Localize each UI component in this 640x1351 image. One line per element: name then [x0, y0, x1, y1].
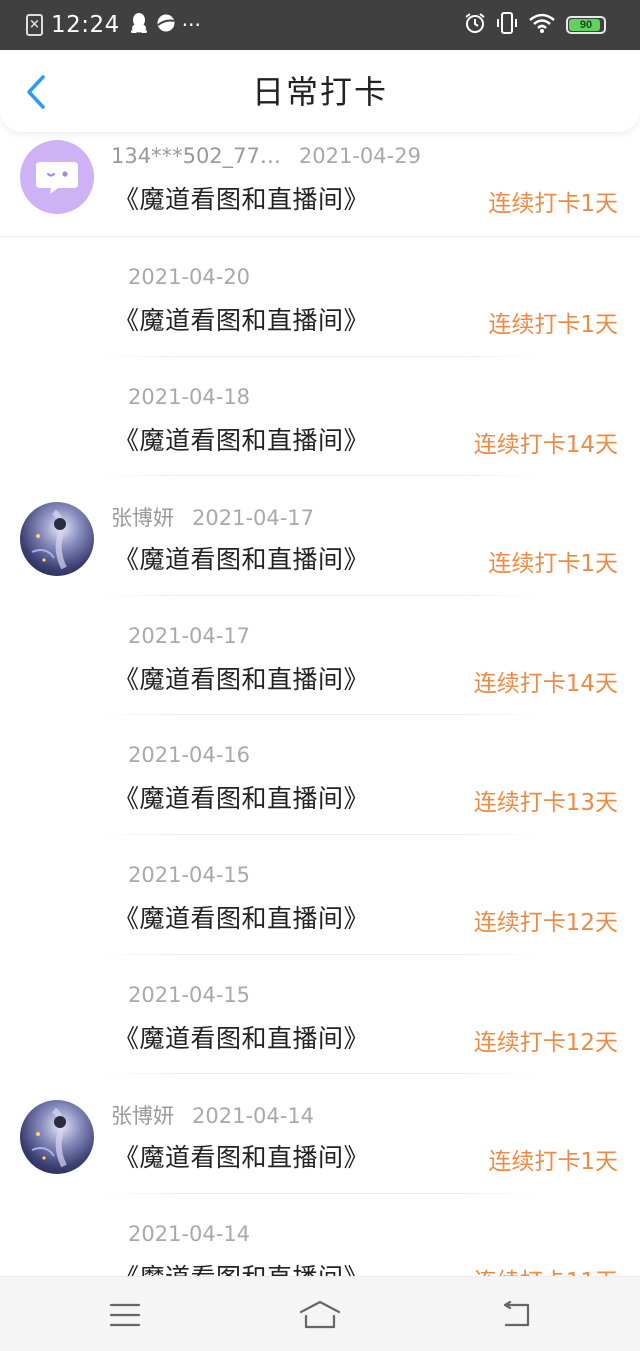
home-button[interactable] [295, 1295, 345, 1335]
entry-title: 《魔道看图和直播间》 [114, 185, 370, 214]
system-nav-bar [0, 1276, 640, 1351]
back-button[interactable] [18, 72, 54, 112]
checkin-entry[interactable]: 134***502_77… 2021-04-29 《魔道看图和直播间》 连续打卡1… [0, 132, 640, 237]
entry-date: 2021-04-20 [128, 265, 251, 289]
username: 134***502_77… [111, 144, 281, 168]
planet-icon [156, 13, 176, 37]
entry-title: 《魔道看图和直播间》 [114, 1143, 370, 1173]
entry-title: 《魔道看图和直播间》 [114, 903, 370, 933]
checkin-entry[interactable]: 2021-04-16 《魔道看图和直播间》 连续打卡13天 [0, 715, 640, 835]
status-time: 12:24 [51, 12, 120, 38]
checkin-entry[interactable]: 2021-04-15 《魔道看图和直播间》 连续打卡12天 [0, 955, 640, 1075]
return-icon [503, 1301, 530, 1327]
entry-date: 2021-04-17 [128, 623, 251, 648]
entry-title: 《魔道看图和直播间》 [114, 425, 370, 455]
entry-title: 《魔道看图和直播间》 [114, 545, 370, 575]
entry-date: 2021-04-14 [192, 1104, 315, 1129]
streak-label: 连续打卡14天 [473, 670, 618, 697]
streak-label: 连续打卡12天 [473, 1029, 618, 1056]
chat-bubble-avatar-icon [36, 162, 78, 194]
menu-icon [109, 1303, 141, 1327]
alarm-icon [464, 12, 486, 38]
wifi-icon [528, 12, 556, 38]
user-photo-icon [31, 509, 67, 570]
checkin-list: 134***502_77… 2021-04-29 《魔道看图和直播间》 连续打卡1… [0, 132, 640, 1276]
streak-label: 连续打卡1天 [488, 191, 618, 217]
entry-date: 2021-04-15 [128, 862, 251, 887]
entry-date: 2021-04-18 [128, 384, 251, 409]
checkin-entry[interactable]: 张博妍 2021-04-17 《魔道看图和直播间》 连续打卡1天 [0, 476, 640, 596]
battery-indicator: 90 [566, 16, 606, 34]
streak-label: 连续打卡14天 [473, 431, 618, 458]
status-bar-right: 90 [464, 10, 606, 40]
menu-button[interactable] [100, 1295, 150, 1335]
chevron-left-icon [27, 75, 45, 109]
streak-label: 连续打卡1天 [488, 312, 618, 338]
header-bar: 日常打卡 [0, 50, 640, 132]
entry-meta: 134***502_77… 2021-04-29 [111, 144, 421, 168]
entry-date: 2021-04-16 [128, 743, 251, 768]
page-title: 日常打卡 [251, 73, 388, 111]
user-photo-icon [31, 1107, 67, 1168]
entry-title: 《魔道看图和直播间》 [114, 784, 370, 814]
battery-level: 90 [579, 19, 593, 31]
checkin-entry[interactable]: 张博妍 2021-04-14 《魔道看图和直播间》 连续打卡1天 [0, 1074, 640, 1194]
streak-label: 连续打卡1天 [488, 551, 618, 578]
entry-title: 《魔道看图和直播间》 [114, 1258, 369, 1276]
checkin-entry[interactable]: 2021-04-15 《魔道看图和直播间》 连续打卡12天 [0, 835, 640, 955]
checkin-entry[interactable]: 2021-04-14 《魔道看图和直播间》 连续打卡11天 [0, 1194, 640, 1276]
entry-date: 2021-04-17 [192, 506, 315, 531]
streak-label: 连续打卡11天 [474, 1262, 618, 1276]
status-bar: × 12:24 ··· 90 [0, 0, 640, 50]
avatar[interactable] [20, 502, 94, 577]
close-notification-icon: × [26, 14, 43, 36]
entry-meta: 张博妍 2021-04-14 [111, 1100, 314, 1130]
back-nav-button[interactable] [490, 1295, 540, 1335]
checkin-entry[interactable]: 2021-04-18 《魔道看图和直播间》 连续打卡14天 [0, 357, 640, 477]
entry-title: 《魔道看图和直播间》 [114, 664, 370, 694]
qq-icon [130, 12, 148, 38]
status-bar-left: × 12:24 ··· [26, 10, 201, 40]
avatar[interactable] [20, 140, 94, 214]
streak-label: 连续打卡13天 [473, 790, 618, 817]
entry-date: 2021-04-15 [128, 982, 251, 1007]
home-icon [299, 1300, 341, 1329]
streak-label: 连续打卡12天 [473, 909, 618, 936]
username: 张博妍 [111, 1104, 174, 1129]
entry-date: 2021-04-29 [298, 144, 421, 168]
entry-title: 《魔道看图和直播间》 [114, 1023, 370, 1053]
username: 张博妍 [111, 506, 174, 531]
checkin-entry[interactable]: 2021-04-20 《魔道看图和直播间》 连续打卡1天 [0, 237, 640, 357]
entry-date: 2021-04-14 [128, 1221, 251, 1246]
entry-meta: 张博妍 2021-04-17 [111, 502, 314, 532]
battery-icon: 90 [566, 16, 606, 34]
checkin-entry[interactable]: 2021-04-17 《魔道看图和直播间》 连续打卡14天 [0, 596, 640, 716]
vibrate-icon [496, 11, 518, 39]
avatar[interactable] [20, 1100, 94, 1175]
more-notifications-icon: ··· [181, 13, 201, 37]
entry-title: 《魔道看图和直播间》 [114, 306, 370, 335]
streak-label: 连续打卡1天 [488, 1149, 618, 1176]
